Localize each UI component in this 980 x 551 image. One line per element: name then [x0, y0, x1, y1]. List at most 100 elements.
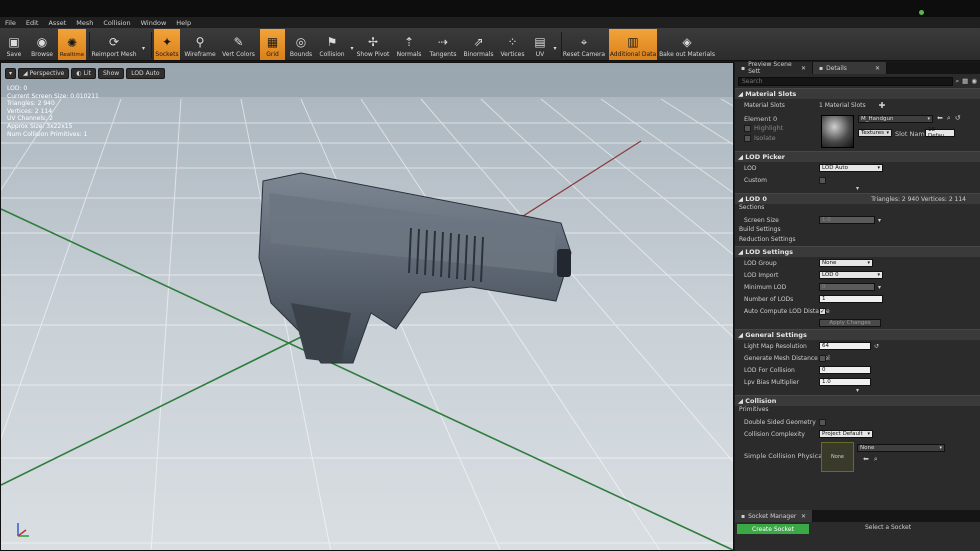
chevron-down-icon: ▾ — [553, 45, 557, 52]
collision-complexity-dropdown[interactable]: Project Default — [819, 430, 873, 438]
search-input[interactable]: Search — [738, 76, 953, 86]
reset-icon[interactable]: ↺ — [874, 343, 879, 350]
lod-auto-button[interactable]: LOD Auto — [126, 68, 165, 79]
auto-compute-lod-checkbox[interactable]: ✓ — [819, 307, 826, 315]
vertices-icon: ⁘ — [507, 35, 518, 49]
collision-dropdown[interactable]: ▾ — [348, 29, 356, 60]
section-lod0[interactable]: ◢ LOD 0 Triangles: 2 940 Vertices: 2 114 — [735, 193, 980, 204]
viewport[interactable]: ▾ ◢ Perspective ◐ Lit Show LOD Auto LOD: 0… — [0, 62, 734, 551]
save-button[interactable]: ▣ Save — [3, 29, 25, 60]
browse-button[interactable]: ◉ Browse — [29, 29, 55, 60]
lod-for-collision-field[interactable]: 0 — [819, 366, 871, 374]
chevron-down-icon[interactable]: ▾ — [878, 284, 881, 291]
close-icon[interactable]: ✕ — [801, 513, 806, 520]
menu-mesh[interactable]: Mesh — [76, 19, 93, 27]
apply-changes-button[interactable]: Apply Changes — [819, 319, 881, 327]
stat-line: LOD: 0 — [7, 85, 28, 92]
menu-file[interactable]: File — [5, 19, 16, 27]
double-sided-label: Double Sided Geometry — [744, 418, 816, 426]
realtime-button[interactable]: ✺ Realtime — [58, 29, 86, 60]
physical-material-dropdown[interactable]: None — [857, 444, 945, 452]
show-pivot-button[interactable]: ✢ Show Pivot — [356, 29, 390, 60]
close-icon[interactable]: ✕ — [875, 65, 880, 72]
arrow-left-icon[interactable]: ⬅ — [863, 455, 869, 464]
isolate-checkbox[interactable] — [744, 134, 751, 142]
expand-more-icon[interactable]: ▾ — [735, 388, 980, 395]
menu-bar: File Edit Asset Mesh Collision Window He… — [0, 17, 980, 28]
bounds-button[interactable]: ◎ Bounds — [288, 29, 314, 60]
expand-more-icon[interactable]: ▾ — [735, 186, 980, 193]
section-lod-settings[interactable]: ◢ LOD Settings — [735, 246, 980, 257]
menu-window[interactable]: Window — [141, 19, 167, 27]
slot-name-field[interactable]: 18 - Defau — [925, 127, 955, 139]
sockets-button[interactable]: ✦ Sockets — [154, 29, 180, 60]
create-socket-button[interactable]: Create Socket — [737, 524, 809, 534]
tangents-button[interactable]: ⇢ Tangents — [427, 29, 459, 60]
perspective-button[interactable]: ◢ Perspective — [18, 68, 70, 79]
material-thumbnail[interactable] — [821, 115, 854, 148]
uv-button[interactable]: ▤ UV — [530, 29, 550, 60]
menu-edit[interactable]: Edit — [26, 19, 39, 27]
arrow-left-icon[interactable]: ⬅ — [937, 114, 943, 123]
distance-field-checkbox[interactable] — [819, 354, 826, 362]
vert-colors-icon: ✎ — [233, 35, 244, 49]
lod-group-dropdown[interactable]: None — [819, 259, 873, 267]
viewport-options-button[interactable]: ▾ — [5, 68, 16, 79]
settings-icon: ▪ — [741, 64, 746, 72]
physical-material-thumbnail[interactable]: None — [821, 442, 854, 472]
highlight-checkbox[interactable] — [744, 124, 751, 132]
material-dropdown[interactable]: M_Handgun — [858, 115, 933, 123]
normals-button[interactable]: ⇡ Normals — [393, 29, 425, 60]
binormals-button[interactable]: ⇗ Binormals — [461, 29, 496, 60]
reset-icon[interactable]: ↺ — [955, 114, 961, 123]
wireframe-button[interactable]: ⚲ Wireframe — [183, 29, 217, 60]
number-of-lods-field[interactable]: 1 — [819, 295, 883, 303]
eye-icon[interactable]: ◉ — [971, 77, 977, 85]
collision-button[interactable]: ⚑ Collision — [317, 29, 347, 60]
build-settings-expander[interactable]: Build Settings — [739, 226, 781, 233]
lod-import-dropdown[interactable]: LOD 0 — [819, 271, 883, 279]
sections-expander[interactable]: Sections — [739, 204, 764, 211]
double-sided-checkbox[interactable] — [819, 418, 826, 426]
section-lod-picker[interactable]: ◢ LOD Picker — [735, 151, 980, 162]
lpv-bias-field[interactable]: 1.0 — [819, 378, 871, 386]
browse-icon[interactable]: ⌕ — [874, 455, 878, 464]
uv-dropdown[interactable]: ▾ — [551, 29, 559, 60]
chevron-down-icon[interactable]: ▾ — [878, 217, 881, 224]
section-general-settings[interactable]: ◢ General Settings — [735, 329, 980, 340]
distance-field-label: Generate Mesh Distance Fiel — [744, 354, 830, 362]
reimport-dropdown[interactable]: ▾ — [139, 29, 148, 60]
custom-checkbox[interactable] — [819, 176, 826, 184]
menu-help[interactable]: Help — [176, 19, 191, 27]
menu-collision[interactable]: Collision — [103, 19, 130, 27]
uv-icon: ▤ — [534, 35, 546, 49]
collision-icon: ⚑ — [326, 35, 338, 49]
grid-button[interactable]: ▦ Grid — [260, 29, 285, 60]
additional-data-button[interactable]: ▥ Additional Data — [609, 29, 657, 60]
vertices-button[interactable]: ⁘ Vertices — [498, 29, 527, 60]
minimum-lod-field[interactable]: 0 — [819, 283, 875, 291]
reset-camera-button[interactable]: ⌖ Reset Camera — [563, 29, 605, 60]
tab-details[interactable]: ▪ Details ✕ — [813, 62, 887, 74]
section-material-slots[interactable]: ◢ Material Slots — [735, 88, 980, 99]
textures-dropdown[interactable]: Textures — [858, 129, 892, 137]
physical-material-row: Simple Collision Physical Ma None None ⬅… — [735, 440, 980, 474]
grid-view-icon[interactable]: ▦ — [962, 77, 968, 85]
bake-materials-button[interactable]: ◈ Bake out Materials — [659, 29, 715, 60]
reimport-mesh-button[interactable]: ⟳ Reimport Mesh — [91, 29, 137, 60]
menu-asset[interactable]: Asset — [48, 19, 66, 27]
add-icon[interactable]: ✚ — [879, 101, 886, 110]
search-icon[interactable]: ⌕ — [956, 77, 960, 86]
tab-preview-scene-settings[interactable]: ▪ Preview Scene Sett ✕ — [735, 61, 813, 75]
lit-button[interactable]: ◐ Lit — [71, 68, 96, 79]
show-button[interactable]: Show — [98, 68, 125, 79]
reduction-settings-expander[interactable]: Reduction Settings — [739, 236, 796, 243]
section-collision[interactable]: ◢ Collision — [735, 395, 980, 406]
light-map-resolution-field[interactable]: 64 — [819, 342, 871, 350]
browse-icon[interactable]: ⌕ — [947, 114, 951, 123]
close-icon[interactable]: ✕ — [801, 65, 806, 72]
primitives-expander[interactable]: Primitives — [739, 406, 769, 413]
lod-dropdown[interactable]: LOD Auto — [819, 164, 883, 172]
vert-colors-button[interactable]: ✎ Vert Colors — [220, 29, 257, 60]
tab-socket-manager[interactable]: ▪ Socket Manager ✕ — [735, 510, 813, 522]
